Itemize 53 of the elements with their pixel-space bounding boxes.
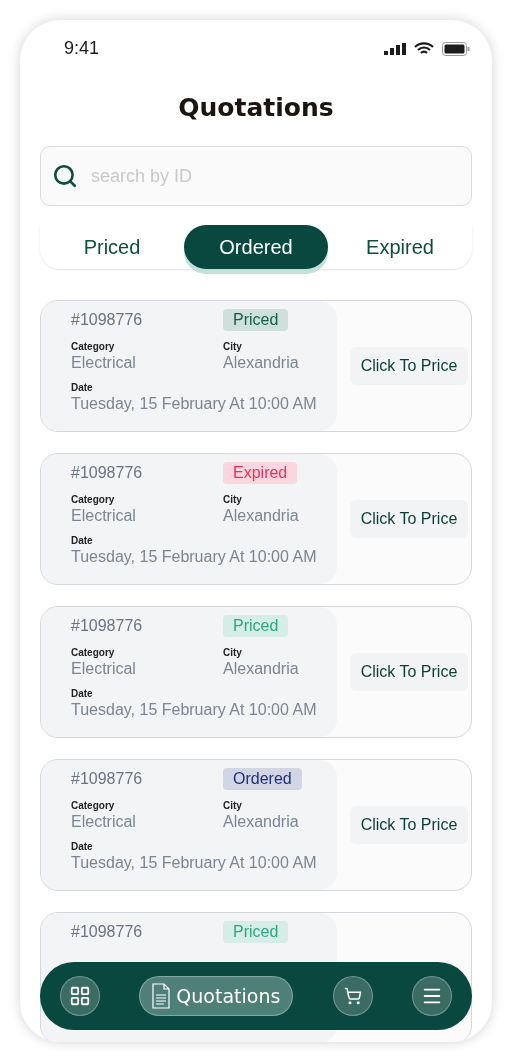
quotation-id: #1098776 <box>71 311 144 329</box>
nav-button[interactable] <box>332 976 373 1016</box>
tab[interactable]: Expired <box>328 225 472 269</box>
cart-icon <box>343 987 362 1005</box>
wifi-icon <box>414 41 434 56</box>
field-label: Date <box>71 535 94 546</box>
grid-icon <box>69 985 91 1007</box>
nav-button[interactable] <box>412 976 452 1016</box>
status-tag: Expired <box>223 462 298 484</box>
quotation-id: #1098776 <box>71 617 144 635</box>
field-label: Category <box>71 800 116 811</box>
nav-button[interactable] <box>60 976 100 1016</box>
quotation-id: #1098776 <box>71 923 144 941</box>
field-label: Category <box>71 494 116 505</box>
field-label: City <box>223 494 243 505</box>
field-value: Tuesday, 15 February At 10:00 AM <box>71 854 318 872</box>
field-value: Electrical <box>71 354 137 372</box>
field-value: Tuesday, 15 February At 10:00 AM <box>71 701 318 719</box>
search-icon <box>52 163 78 189</box>
tab[interactable]: Priced <box>40 225 184 269</box>
field-value: Alexandria <box>223 813 300 831</box>
field-label: Date <box>71 382 94 393</box>
field-value: Electrical <box>71 660 137 678</box>
field-value: Tuesday, 15 February At 10:00 AM <box>71 548 318 566</box>
field-label: City <box>223 800 243 811</box>
field-label: Date <box>71 841 94 852</box>
status-tag: Priced <box>223 309 289 331</box>
quotation-id: #1098776 <box>71 770 144 788</box>
status-tag: Priced <box>223 615 289 637</box>
battery-icon <box>442 41 470 56</box>
nav-button[interactable]: Quotations <box>139 976 294 1016</box>
field-value: Electrical <box>71 507 137 525</box>
field-label: Date <box>71 688 94 699</box>
field-label: Category <box>71 647 116 658</box>
price-button[interactable]: Click To Price <box>349 806 469 844</box>
field-value: Alexandria <box>223 507 300 525</box>
status-tag: Priced <box>223 921 289 943</box>
field-label: Category <box>71 341 116 352</box>
price-button[interactable]: Click To Price <box>349 347 469 385</box>
status-tag: Ordered <box>223 768 302 790</box>
signal-icon <box>384 42 406 55</box>
status-time: 9:41 <box>64 38 100 59</box>
field-value: Tuesday, 15 February At 10:00 AM <box>71 395 318 413</box>
price-button[interactable]: Click To Price <box>349 653 469 691</box>
field-label: City <box>223 647 243 658</box>
field-value: Alexandria <box>223 354 300 372</box>
field-value: Electrical <box>71 813 137 831</box>
document-icon <box>152 983 171 1009</box>
field-value: Alexandria <box>223 660 300 678</box>
price-button[interactable]: Click To Price <box>349 500 469 538</box>
quotation-id: #1098776 <box>71 464 144 482</box>
page-title: Quotations <box>177 93 335 122</box>
field-label: City <box>223 341 243 352</box>
